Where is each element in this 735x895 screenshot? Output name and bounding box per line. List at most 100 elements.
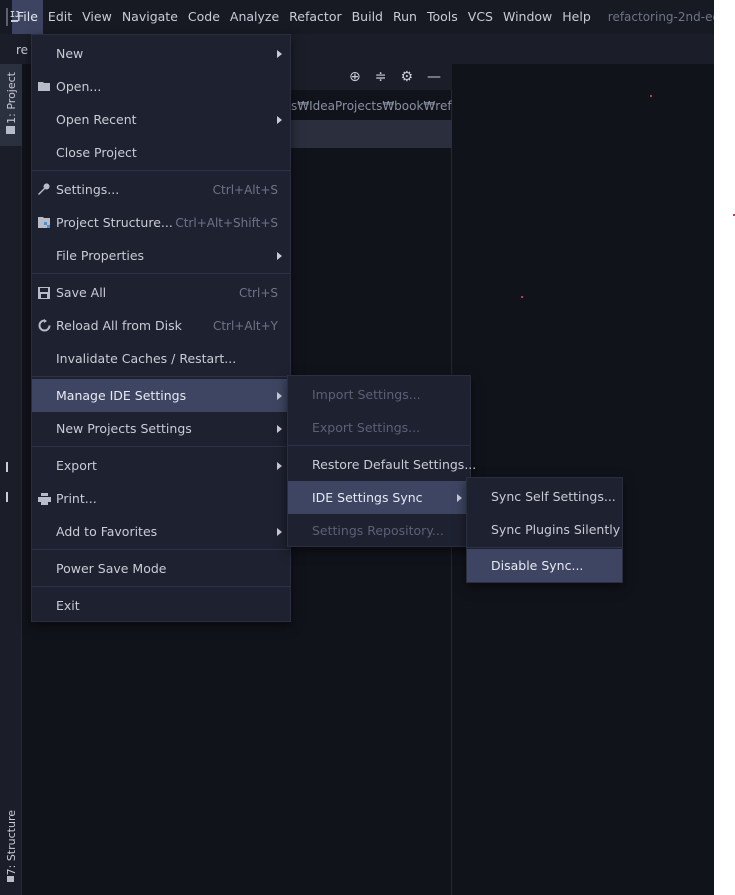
menu-item-sync-self-settings[interactable]: Sync Self Settings... [467, 480, 622, 513]
menu-code[interactable]: Code [183, 0, 225, 34]
submenu-arrow-icon [277, 391, 282, 400]
file-menu: New Open... Open Recent Close Project Se… [31, 34, 291, 622]
menu-item-label: Import Settings... [312, 387, 421, 402]
submenu-arrow-icon [277, 251, 282, 260]
breadcrumb[interactable]: re [16, 43, 28, 57]
menu-vcs[interactable]: VCS [463, 0, 498, 34]
menu-item-open-recent[interactable]: Open Recent [32, 103, 290, 136]
menu-item-export-settings[interactable]: Export Settings... [288, 411, 470, 444]
shortcut-label: Ctrl+Alt+S [212, 182, 278, 197]
menu-item-label: Project Structure... [56, 215, 173, 230]
save-icon [37, 286, 51, 300]
project-tool-label: 1: Project [5, 72, 18, 124]
project-panel-toolbar: ⊕ ≑ ⚙ — [291, 64, 452, 90]
ide-window: File Edit View Navigate Code Analyze Ref… [0, 0, 714, 895]
submenu-arrow-icon [277, 527, 282, 536]
menu-separator [288, 445, 470, 446]
selected-tree-row[interactable] [291, 120, 452, 148]
menu-separator [32, 376, 290, 377]
menu-item-import-settings[interactable]: Import Settings... [288, 378, 470, 411]
menu-tools[interactable]: Tools [422, 0, 463, 34]
menu-item-open[interactable]: Open... [32, 70, 290, 103]
ide-settings-sync-menu: Sync Self Settings... Sync Plugins Silen… [466, 477, 623, 583]
menu-window[interactable]: Window [498, 0, 557, 34]
menu-item-power-save-mode[interactable]: Power Save Mode [32, 552, 290, 585]
menu-item-label: Export [56, 458, 97, 473]
menu-item-print[interactable]: Print... [32, 482, 290, 515]
menu-item-label: Add to Favorites [56, 524, 158, 539]
menu-item-label: Sync Self Settings... [491, 489, 616, 504]
menu-analyze[interactable]: Analyze [225, 0, 284, 34]
menu-item-new-projects-settings[interactable]: New Projects Settings [32, 412, 290, 445]
menu-item-reload-all[interactable]: Reload All from Disk Ctrl+Alt+Y [32, 309, 290, 342]
menu-item-label: Close Project [56, 145, 137, 160]
submenu-arrow-icon [457, 493, 462, 502]
menu-item-export[interactable]: Export [32, 449, 290, 482]
menu-separator [32, 549, 290, 550]
marker-icon [6, 462, 8, 472]
menu-navigate[interactable]: Navigate [117, 0, 183, 34]
collapse-all-icon[interactable]: ≑ [375, 70, 387, 84]
submenu-arrow-icon [277, 49, 282, 58]
menu-item-label: Power Save Mode [56, 561, 167, 576]
menu-item-settings-repository[interactable]: Settings Repository... [288, 514, 470, 547]
menu-separator [32, 170, 290, 171]
menu-item-sync-plugins-silently[interactable]: Sync Plugins Silently [467, 513, 622, 546]
menu-run[interactable]: Run [388, 0, 422, 34]
menu-bar: File Edit View Navigate Code Analyze Ref… [0, 0, 714, 34]
menu-item-label: Restore Default Settings... [312, 457, 477, 472]
marker-dot [650, 95, 652, 97]
menu-item-label: Disable Sync... [491, 558, 584, 573]
window-title: refactoring-2nd-edi [607, 10, 714, 24]
menu-edit[interactable]: Edit [43, 0, 77, 34]
menu-item-label: Settings... [56, 182, 120, 197]
submenu-arrow-icon [277, 115, 282, 124]
structure-tool-label: 7: Structure [5, 810, 18, 876]
menu-item-project-structure[interactable]: Project Structure... Ctrl+Alt+Shift+S [32, 206, 290, 239]
menu-item-add-to-favorites[interactable]: Add to Favorites [32, 515, 290, 548]
menu-item-exit[interactable]: Exit [32, 589, 290, 622]
minimize-icon[interactable]: — [427, 70, 441, 84]
menu-build[interactable]: Build [347, 0, 388, 34]
left-tool-strip: 1: Project 7: Structure [0, 64, 22, 895]
intellij-logo-icon[interactable] [6, 8, 20, 26]
menu-item-restore-default-settings[interactable]: Restore Default Settings... [288, 448, 476, 481]
project-structure-icon [37, 216, 51, 230]
menu-help[interactable]: Help [557, 0, 596, 34]
print-icon [37, 492, 51, 506]
menu-item-label: Print... [56, 491, 97, 506]
submenu-arrow-icon [277, 424, 282, 433]
menu-item-file-properties[interactable]: File Properties [32, 239, 290, 272]
menu-view[interactable]: View [77, 0, 117, 34]
gear-icon[interactable]: ⚙ [400, 70, 413, 84]
menu-item-close-project[interactable]: Close Project [32, 136, 290, 169]
shortcut-label: Ctrl+S [238, 285, 278, 300]
folder-icon [6, 126, 15, 134]
menu-item-label: IDE Settings Sync [312, 490, 423, 505]
menu-item-label: New Projects Settings [56, 421, 192, 436]
wrench-icon [37, 183, 51, 197]
menu-refactor[interactable]: Refactor [284, 0, 346, 34]
structure-tool-button[interactable]: 7: Structure [0, 804, 22, 886]
menu-item-ide-settings-sync[interactable]: IDE Settings Sync [288, 481, 470, 514]
menu-item-manage-ide-settings[interactable]: Manage IDE Settings [32, 379, 290, 412]
menu-item-label: File Properties [56, 248, 145, 263]
menu-item-label: Open... [56, 79, 102, 94]
menu-item-disable-sync[interactable]: Disable Sync... [467, 549, 622, 582]
reload-icon [37, 319, 51, 333]
menu-separator [467, 547, 622, 548]
project-tool-button[interactable]: 1: Project [0, 64, 22, 146]
menu-separator [32, 446, 290, 447]
project-root-path[interactable]: s₩IdeaProjects₩book₩refactor [291, 94, 452, 118]
menu-item-new[interactable]: New [32, 37, 290, 70]
marker-icon [6, 492, 8, 502]
menu-item-settings[interactable]: Settings... Ctrl+Alt+S [32, 173, 290, 206]
manage-ide-settings-menu: Import Settings... Export Settings... Re… [287, 375, 476, 547]
shortcut-label: Ctrl+Alt+Shift+S [175, 215, 278, 230]
shortcut-label: Ctrl+Alt+Y [212, 318, 278, 333]
menu-item-save-all[interactable]: Save All Ctrl+S [32, 276, 290, 309]
submenu-arrow-icon [277, 461, 282, 470]
locate-icon[interactable]: ⊕ [349, 70, 361, 84]
menu-item-invalidate-caches[interactable]: Invalidate Caches / Restart... [32, 342, 290, 375]
folder-open-icon [37, 80, 51, 94]
